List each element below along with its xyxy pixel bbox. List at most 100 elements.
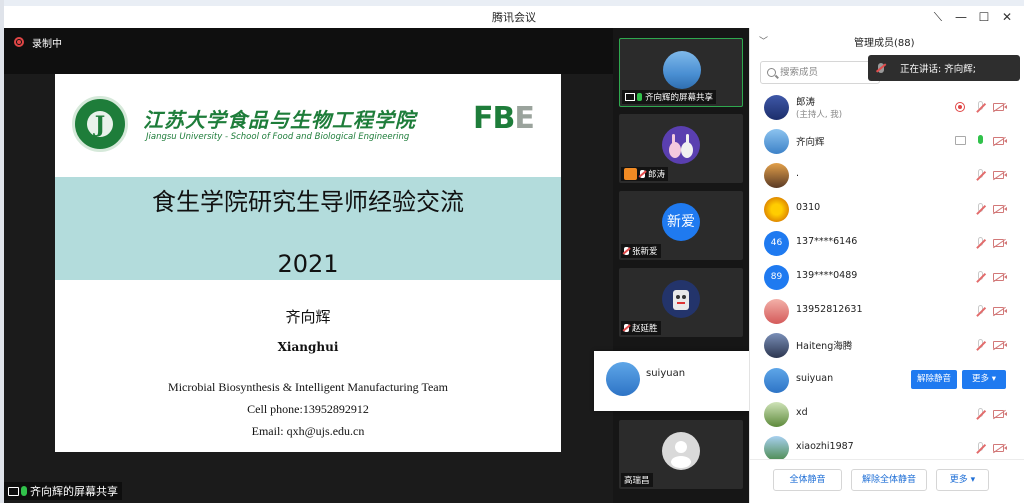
recording-label: 录制中 <box>32 38 62 50</box>
thumbnail-participant[interactable]: 新爱 张新爱 <box>619 191 743 260</box>
speaking-text: 正在讲话: 齐向辉; <box>900 64 976 75</box>
avatar: 46 <box>764 231 789 256</box>
email-text: Email: qxh@ujs.edu.cn <box>251 424 365 438</box>
camera-off-icon[interactable] <box>992 409 1007 420</box>
screen-share-label: 齐向辉的屏幕共享 <box>4 482 122 500</box>
mic-icon <box>637 93 642 101</box>
footer-more-button[interactable]: 更多 ▾ <box>936 469 989 491</box>
camera-off-icon[interactable] <box>992 306 1007 317</box>
university-name-en: Jiangsu University - School of Food and … <box>146 132 410 142</box>
mic-muted-icon[interactable] <box>976 408 986 421</box>
member-name: 13952812631 <box>796 304 863 315</box>
avatar <box>764 163 789 188</box>
fbe-logo: FBE <box>473 101 535 136</box>
minimize-button[interactable]: — <box>951 8 971 26</box>
member-row[interactable]: 齐向辉 <box>750 124 1024 158</box>
member-panel: ﹀ 管理成员(88) 郎涛 (主持人, 我) 齐向辉 . <box>749 28 1024 503</box>
window-title: 腾讯会议 <box>492 11 536 24</box>
panel-header: ﹀ 管理成员(88) <box>750 28 1024 54</box>
member-name: 137****6146 <box>796 236 858 247</box>
member-row[interactable]: 89 139****0489 <box>750 260 1024 294</box>
phone-text: Cell phone:13952892912 <box>247 402 369 416</box>
close-button[interactable]: ✕ <box>997 8 1017 26</box>
popup-name: suiyuan <box>646 368 686 379</box>
pin-icon[interactable]: ⟍ <box>928 8 948 26</box>
member-name: 0310 <box>796 202 821 213</box>
avatar <box>663 51 701 89</box>
member-row[interactable]: 46 137****6146 <box>750 226 1024 260</box>
screen-share-icon <box>625 93 635 101</box>
member-name: xiaozhi1987 <box>796 441 854 452</box>
member-row[interactable]: 13952812631 <box>750 294 1024 328</box>
member-name: . <box>796 168 800 179</box>
camera-off-icon[interactable] <box>992 238 1007 249</box>
mic-muted-icon <box>624 324 629 332</box>
camera-off-icon[interactable] <box>992 443 1007 454</box>
mic-muted-icon[interactable] <box>976 237 986 250</box>
maximize-button[interactable]: ☐ <box>974 8 994 26</box>
camera-off-icon[interactable] <box>992 204 1007 215</box>
speaker-name-cn: 齐向辉 <box>285 308 331 326</box>
camera-off-icon[interactable] <box>992 340 1007 351</box>
participant-popup: suiyuan <box>594 351 749 411</box>
mic-muted-icon[interactable] <box>976 203 986 216</box>
avatar <box>764 95 789 120</box>
screen-share-icon <box>8 486 19 496</box>
avatar <box>764 197 789 222</box>
search-icon <box>767 68 776 77</box>
thumbnail-screen-share[interactable]: 齐向辉的屏幕共享 <box>619 38 743 107</box>
member-name: 齐向辉 <box>796 137 825 148</box>
thumbnail-participant[interactable]: 赵延胜 <box>619 268 743 337</box>
mic-muted-icon[interactable] <box>976 271 986 284</box>
member-row[interactable]: suiyuan 解除静音 更多 ▾ <box>750 363 1024 397</box>
camera-off-icon[interactable] <box>992 272 1007 283</box>
record-icon <box>955 102 965 112</box>
member-row[interactable]: . <box>750 158 1024 192</box>
unmute-all-button[interactable]: 解除全体静音 <box>851 469 927 491</box>
search-input[interactable] <box>780 67 870 78</box>
more-button[interactable]: 更多 ▾ <box>962 370 1006 389</box>
member-row[interactable]: 0310 <box>750 192 1024 226</box>
slide-year: 2021 <box>277 250 339 278</box>
mic-muted-icon[interactable] <box>976 339 986 352</box>
member-row[interactable]: xiaozhi1987 <box>750 431 1024 459</box>
recording-indicator: 录制中 <box>14 35 62 50</box>
member-name: Haiteng海腾 <box>796 341 853 352</box>
avatar: 89 <box>764 265 789 290</box>
mute-all-button[interactable]: 全体静音 <box>773 469 842 491</box>
screen-share-icon <box>955 136 966 145</box>
thumbnail-participant[interactable]: 高瑞昌 <box>619 420 743 489</box>
camera-off-icon[interactable] <box>992 136 1007 147</box>
member-row[interactable]: Haiteng海腾 <box>750 328 1024 362</box>
avatar: 新爱 <box>662 203 700 241</box>
university-name-cn: 江苏大学食品与生物工程学院 <box>143 108 416 132</box>
avatar <box>764 333 789 358</box>
member-row[interactable]: xd <box>750 397 1024 431</box>
avatar <box>606 362 640 396</box>
mic-muted-icon[interactable] <box>976 305 986 318</box>
mic-on-icon[interactable] <box>976 135 985 148</box>
avatar <box>764 368 789 393</box>
mic-muted-icon[interactable] <box>976 169 986 182</box>
member-name: 139****0489 <box>796 270 858 281</box>
window-titlebar: 腾讯会议 ⟍ — ☐ ✕ <box>4 6 1024 28</box>
avatar <box>662 280 700 318</box>
meeting-screen: 腾讯会议 ⟍ — ☐ ✕ 录制中 J 江苏大学食品与生物工程学院 Jiangsu… <box>0 0 1024 503</box>
member-role: (主持人, 我) <box>796 110 843 120</box>
collapse-chevron-icon[interactable]: ﹀ <box>759 34 768 47</box>
mic-muted-icon[interactable] <box>976 101 986 114</box>
slide-header: J 江苏大学食品与生物工程学院 Jiangsu University - Sch… <box>55 74 561 170</box>
thumbnail-participant[interactable]: 郎涛 <box>619 114 743 183</box>
member-search[interactable] <box>760 61 880 84</box>
panel-footer: 全体静音 解除全体静音 更多 ▾ <box>750 459 1024 503</box>
camera-off-icon[interactable] <box>992 170 1007 181</box>
mic-icon <box>21 486 27 496</box>
unmute-button[interactable]: 解除静音 <box>911 370 957 389</box>
avatar <box>764 299 789 324</box>
member-row[interactable]: 郎涛 (主持人, 我) <box>750 90 1024 124</box>
camera-off-icon[interactable] <box>992 102 1007 113</box>
member-name: suiyuan <box>796 373 834 384</box>
mic-muted-icon[interactable] <box>976 442 986 455</box>
avatar <box>764 436 789 459</box>
panel-title: 管理成员(88) <box>854 38 915 49</box>
